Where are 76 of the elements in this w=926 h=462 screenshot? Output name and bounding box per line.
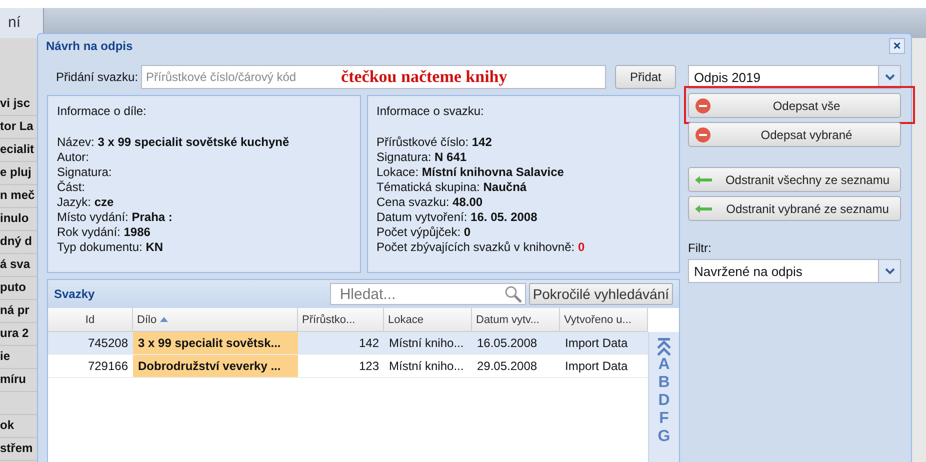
info-field: Cena svazku: 48.00 — [376, 195, 670, 210]
left-arrow-icon — [695, 174, 713, 184]
list-item-text: střem — [0, 441, 33, 455]
table-cell-text: 16.05.2008 — [476, 335, 538, 352]
column-header[interactable]: Dílo — [133, 308, 298, 331]
list-item-text: ok — [0, 418, 14, 432]
column-header[interactable]: Přírůstko... — [298, 308, 384, 331]
info-field: Signatura: N 641 — [376, 150, 670, 165]
minus-circle-icon — [695, 126, 711, 142]
info-field: Tématická skupina: Naučná — [376, 180, 670, 195]
list-item-text: ura 2 — [0, 326, 29, 340]
list-item-text: míru — [0, 372, 26, 386]
close-button[interactable]: × — [889, 38, 905, 54]
field-label: Přidání svazku: — [56, 70, 138, 84]
sort-up-icon — [160, 317, 168, 322]
table-cell-text: Místní kniho... — [388, 358, 465, 375]
table-cell-text: Import Data — [564, 358, 629, 375]
list-item-text: ecialit — [0, 142, 34, 156]
advanced-search-button[interactable]: Pokročilé vyhledávání — [528, 283, 673, 305]
info-field: Část: — [57, 180, 350, 195]
info-field: Přírůstkové číslo: 142 — [376, 135, 670, 150]
info-field: Jazyk: cze — [57, 195, 350, 210]
action-button[interactable]: Odstranit všechny ze seznamu — [688, 167, 901, 192]
jump-to-top-icon[interactable] — [657, 338, 671, 356]
info-field: Počet zbývajících svazků v knihovně: 0 — [376, 240, 670, 255]
info-field: Signatura: — [57, 165, 350, 180]
table-cell-text: Import Data — [564, 335, 629, 352]
table-cell-text: 745208 — [86, 335, 129, 352]
info-field: Autor: — [57, 150, 350, 165]
tab[interactable]: ní — [0, 8, 44, 38]
list-item-text: n meč — [0, 188, 35, 202]
left-arrow-icon — [695, 204, 713, 214]
dialog-title: Návrh na odpis — [46, 39, 133, 53]
info-field: Rok vydání: 1986 — [57, 225, 350, 240]
list-select[interactable]: Odpis 2019 — [688, 65, 901, 89]
info-field: Název: 3 x 99 specialit sovětské kuchyně — [57, 135, 350, 150]
column-header[interactable]: Lokace — [384, 308, 472, 331]
action-button[interactable]: Odepsat vybrané — [688, 122, 901, 147]
annotation-text: čtečkou načteme knihy — [341, 66, 508, 86]
table-cell-text: Místní kniho... — [388, 335, 465, 352]
column-header[interactable]: Datum vytv... — [472, 308, 560, 331]
column-header[interactable]: Id — [48, 308, 133, 331]
panel-heading: Informace o díle: — [57, 104, 148, 119]
action-button[interactable]: Odepsat vše — [688, 93, 901, 118]
panel-heading: Informace o svazku: — [376, 104, 485, 119]
info-field: Datum vytvoření: 16. 05. 2008 — [376, 210, 670, 225]
list-item-text: á sva — [0, 257, 30, 271]
list-item-text: inulo — [0, 211, 29, 225]
info-field: Typ dokumentu: KN — [57, 240, 350, 255]
list-item-text: ie — [0, 349, 10, 363]
table-row[interactable]: 729166 Dobrodružství veverky ... 123 Místní kniho... 29.05.2008 Import Data — [48, 355, 648, 378]
column-header[interactable]: Vytvořeno u... — [560, 308, 648, 331]
table-row[interactable]: 745208 3 x 99 specialit sovětsk... 142 Místní kniho... 16.05.2008 Import Data — [48, 332, 648, 355]
list-item-text: ná pr — [0, 303, 30, 317]
info-field: Počet výpůjček: 0 — [376, 225, 670, 240]
info-field: Lokace: Místní knihovna Salavice — [376, 165, 670, 180]
info-field: Místo vydání: Praha : — [57, 210, 350, 225]
table-cell-text: 123 — [358, 358, 380, 375]
search-icon — [504, 285, 522, 303]
table-cell: 3 x 99 specialit sovětsk... — [133, 332, 298, 354]
search-field[interactable]: Hledat... — [330, 283, 526, 305]
list-item-text: dný d — [0, 234, 32, 248]
minus-circle-icon — [695, 98, 711, 114]
field-label: Filtr: — [688, 241, 712, 255]
add-button[interactable]: Přidat — [615, 64, 676, 88]
list-item-text: puto — [0, 280, 26, 294]
list-item-text: tor La — [0, 119, 34, 133]
table-cell-text: 142 — [358, 335, 380, 352]
filter-select[interactable]: Navržené na odpis — [688, 259, 901, 283]
table-cell: Dobrodružství veverky ... — [133, 355, 298, 377]
table-cell-text: 29.05.2008 — [476, 358, 538, 375]
list-item-text: vi jsc — [0, 96, 30, 110]
table-cell-text: 729166 — [86, 358, 129, 375]
panel-title: Svazky — [54, 287, 96, 301]
action-button[interactable]: Odstranit vybrané ze seznamu — [688, 196, 901, 221]
list-item-text: e pluj — [0, 165, 32, 179]
